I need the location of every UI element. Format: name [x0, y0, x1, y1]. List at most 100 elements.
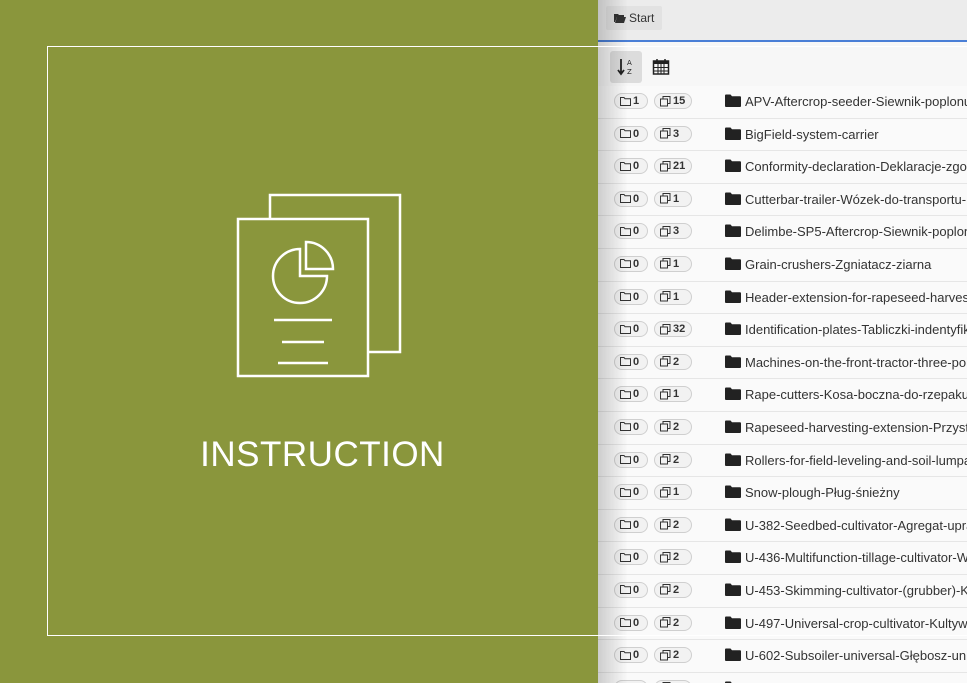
file-count: 2: [673, 649, 680, 662]
svg-text:Z: Z: [627, 68, 632, 76]
folder-row[interactable]: 0 2 U-382-Seedbed-cultivator-Agregat-upra: [598, 509, 967, 543]
sort-alphabetical-button[interactable]: A Z: [610, 51, 642, 83]
subfolder-count-badge: 0: [614, 614, 648, 631]
folder-row[interactable]: 0 2 Machines-on-the-front-tractor-three-po…: [598, 346, 967, 380]
subfolder-count: 0: [633, 583, 640, 596]
folder-outline-icon: [620, 226, 631, 236]
folder-row[interactable]: 0 2 U-436-Multifunction-tillage-cultivator…: [598, 542, 967, 575]
folder-row[interactable]: 01U-608-U-614-U-619-Subsoiler-Michel-C: [598, 672, 967, 683]
file-count: 1: [673, 257, 680, 270]
folder-icon: [725, 420, 741, 433]
folder-row[interactable]: 0 1 Header-extension-for-rapeseed-harvest: [598, 281, 967, 315]
file-count: 3: [673, 127, 680, 140]
folder-icon: [725, 518, 741, 531]
folder-icon: [725, 94, 741, 107]
file-count: 1: [673, 388, 680, 401]
subfolder-count: 0: [633, 616, 640, 629]
subfolder-count: 0: [633, 192, 640, 205]
subfolder-count: 0: [633, 290, 640, 303]
subfolder-count: 0: [633, 420, 640, 433]
subfolder-count-badge: 0: [614, 386, 648, 403]
folder-row[interactable]: 0 2 U-497-Universal-crop-cultivator-Kultyw: [598, 607, 967, 641]
folder-icon: [725, 322, 741, 336]
folder-outline-icon: [620, 96, 631, 106]
file-count-badge: 2: [654, 451, 692, 468]
folder-row[interactable]: 0 2 U-453-Skimming-cultivator-(grubber)-K: [598, 574, 967, 608]
files-copy-icon: [660, 160, 671, 172]
file-count-badge: 2: [654, 549, 692, 566]
subfolder-count-badge: 0: [614, 516, 648, 533]
folder-icon: [725, 453, 741, 466]
folder-row[interactable]: 0 3 Delimbe-SP5-Aftercrop-Siewnik-poplonu: [598, 216, 967, 249]
file-count: 2: [673, 453, 680, 466]
subfolder-count: 0: [633, 486, 640, 499]
file-count-badge: 15: [654, 93, 692, 109]
subfolder-count-badge: 1: [614, 93, 648, 109]
subfolder-count: 0: [633, 160, 640, 173]
files-copy-icon: [660, 193, 671, 204]
files-copy-icon: [660, 617, 671, 628]
folder-row[interactable]: 0 2 U-602-Subsoiler-universal-Głębosz-uni: [598, 640, 967, 673]
document-pie-chart-icon: [236, 192, 404, 385]
file-count: 1: [673, 486, 680, 499]
subfolder-count: 0: [633, 355, 640, 368]
folder-icon: [725, 224, 741, 238]
folder-icon: [725, 616, 741, 629]
file-count-badge: 1: [654, 190, 692, 207]
folder-row[interactable]: 0 1 Rape-cutters-Kosa-boczna-do-rzepaku: [598, 379, 967, 412]
subfolder-count-badge: 0: [614, 581, 648, 598]
folder-open-icon: [614, 14, 626, 23]
file-count: 15: [673, 95, 686, 107]
file-count-badge: 21: [654, 158, 692, 175]
folder-outline-icon: [620, 422, 631, 432]
file-count-badge: 1: [654, 255, 692, 272]
folder-outline-icon: [620, 292, 631, 302]
folder-row[interactable]: 1 15 APV-Aftercrop-seeder-Siewnik-poplonu: [598, 86, 967, 119]
folder-name: U-602-Subsoiler-universal-Głębosz-uni: [745, 648, 967, 664]
browser-toolbar: A Z: [598, 42, 967, 86]
folder-row[interactable]: 0 1 Snow-plough-Pług-śnieżny: [598, 477, 967, 510]
file-count-badge: 2: [654, 647, 692, 664]
file-count: 21: [673, 160, 686, 173]
files-copy-icon: [660, 258, 671, 269]
folder-outline-icon: [620, 650, 631, 660]
folder-row[interactable]: 0 2 Rapeseed-harvesting-extension-Przyst: [598, 411, 967, 445]
folder-icon: [725, 583, 741, 596]
folder-row[interactable]: 0 1 Cutterbar-trailer-Wózek-do-transportu-…: [598, 183, 967, 217]
subfolder-count-badge: 0: [614, 418, 648, 435]
folder-icon: [725, 355, 741, 368]
file-count-badge: 1: [654, 386, 692, 403]
file-count: 1: [673, 290, 680, 303]
folder-row[interactable]: 0 3 BigField-system-carrier: [598, 118, 967, 152]
folder-name: Rape-cutters-Kosa-boczna-do-rzepaku: [745, 387, 967, 403]
subfolder-count: 0: [633, 323, 640, 336]
subfolder-count-badge: 0: [614, 190, 648, 207]
subfolder-count-badge: 0: [614, 321, 648, 338]
folder-row[interactable]: 0 2 Rollers-for-field-leveling-and-soil-lu…: [598, 444, 967, 478]
folder-outline-icon: [620, 324, 631, 334]
folder-outline-icon: [620, 618, 631, 627]
folder-name: U-436-Multifunction-tillage-cultivator-W: [745, 550, 967, 566]
folder-outline-icon: [620, 520, 631, 530]
sort-by-date-button[interactable]: [645, 51, 677, 83]
folder-row[interactable]: 0 21 Conformity-declaration-Deklaracje-zgo…: [598, 151, 967, 184]
files-copy-icon: [660, 649, 671, 661]
subfolder-count-badge: 0: [614, 125, 648, 142]
start-tab[interactable]: Start: [606, 6, 663, 30]
folder-icon: [725, 290, 741, 303]
svg-text:A: A: [627, 59, 632, 67]
folder-outline-icon: [620, 194, 631, 204]
file-count: 32: [673, 323, 686, 336]
instruction-title: INSTRUCTION: [200, 435, 445, 474]
subfolder-count-badge: 0: [614, 223, 648, 240]
file-count: 2: [673, 551, 680, 564]
folder-outline-icon: [620, 161, 631, 171]
folder-row[interactable]: 0 32 Identification-plates-Tabliczki-inden…: [598, 314, 967, 347]
folder-name: Header-extension-for-rapeseed-harvest: [745, 289, 967, 305]
folder-name: Delimbe-SP5-Aftercrop-Siewnik-poplonu: [745, 224, 967, 240]
subfolder-count: 0: [633, 649, 640, 662]
folder-name: U-453-Skimming-cultivator-(grubber)-K: [745, 582, 967, 598]
folder-row[interactable]: 0 1 Grain-crushers-Zgniatacz-ziarna: [598, 248, 967, 282]
file-count: 2: [673, 355, 680, 368]
files-copy-icon: [660, 388, 671, 400]
